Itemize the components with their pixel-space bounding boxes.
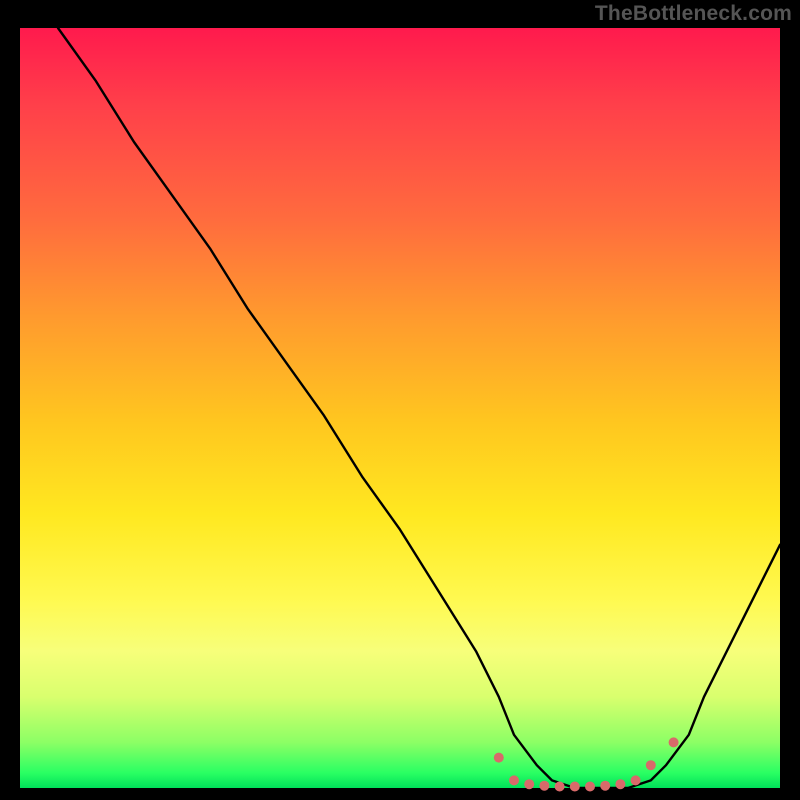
- chart-svg: [20, 28, 780, 788]
- optimal-dot: [524, 779, 534, 789]
- optimal-dot: [494, 753, 504, 763]
- optimal-dot: [631, 775, 641, 785]
- optimal-dot: [570, 782, 580, 792]
- optimal-dot: [539, 781, 549, 791]
- optimal-dot: [509, 775, 519, 785]
- optimal-dot: [600, 781, 610, 791]
- optimal-dot: [669, 737, 679, 747]
- chart-plot-area: [20, 28, 780, 788]
- optimal-dot: [615, 779, 625, 789]
- optimal-dot: [585, 782, 595, 792]
- watermark-text: TheBottleneck.com: [595, 2, 792, 26]
- optimal-dot: [646, 760, 656, 770]
- chart-container: TheBottleneck.com: [0, 0, 800, 800]
- bottleneck-curve: [58, 28, 780, 788]
- optimal-dot: [555, 782, 565, 792]
